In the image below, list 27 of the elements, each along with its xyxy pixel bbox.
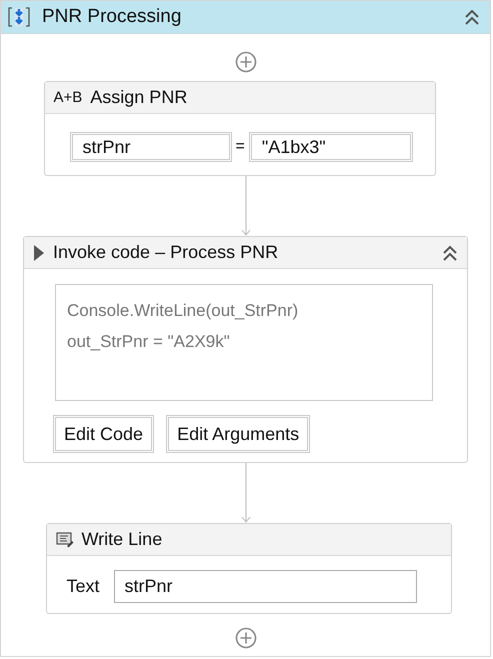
code-line: Console.WriteLine(out_StrPnr) xyxy=(67,300,300,322)
activity-title: Write Line xyxy=(82,529,164,550)
activity-title: Assign PNR xyxy=(90,87,188,108)
assign-activity[interactable]: A+B Assign PNR strPnr = "A1bx3" xyxy=(44,81,436,176)
connector-arrow xyxy=(240,176,252,236)
edit-button[interactable]: Edit Code xyxy=(53,415,154,453)
value-field[interactable]: "A1bx3" xyxy=(248,132,413,162)
connector-arrow xyxy=(240,463,252,523)
field-label: Text xyxy=(66,576,100,597)
sequence-icon xyxy=(8,6,30,28)
invoke-code-activity[interactable]: Invoke code – Process PNR Console.WriteLine(out_StrPnr) out_StrPnr = "A2X9k" Edit Code Edit Arguments xyxy=(23,236,468,463)
text-field[interactable]: strPnr xyxy=(114,570,417,603)
collapse-icon[interactable] xyxy=(464,9,480,25)
equals-sign: = xyxy=(236,138,245,156)
write-line-activity[interactable]: Write Line Text strPnr xyxy=(46,523,452,614)
code-editor[interactable]: Console.WriteLine(out_StrPnr) out_StrPnr = "A2X9k" xyxy=(55,284,433,401)
add-activity-icon[interactable] xyxy=(234,51,256,73)
expand-icon[interactable] xyxy=(33,244,45,262)
variable-field[interactable]: strPnr xyxy=(70,132,232,162)
assign-icon-text: A+B xyxy=(54,89,82,106)
monitor-icon xyxy=(56,532,74,548)
code-line: out_StrPnr = "A2X9k" xyxy=(67,331,231,353)
activity-title: Invoke code – Process PNR xyxy=(53,242,280,263)
add-activity-icon[interactable] xyxy=(234,627,256,649)
edit-button[interactable]: Edit Arguments xyxy=(166,415,310,453)
collapse-icon[interactable] xyxy=(442,244,458,260)
sequence-title: PNR Processing xyxy=(42,6,182,28)
